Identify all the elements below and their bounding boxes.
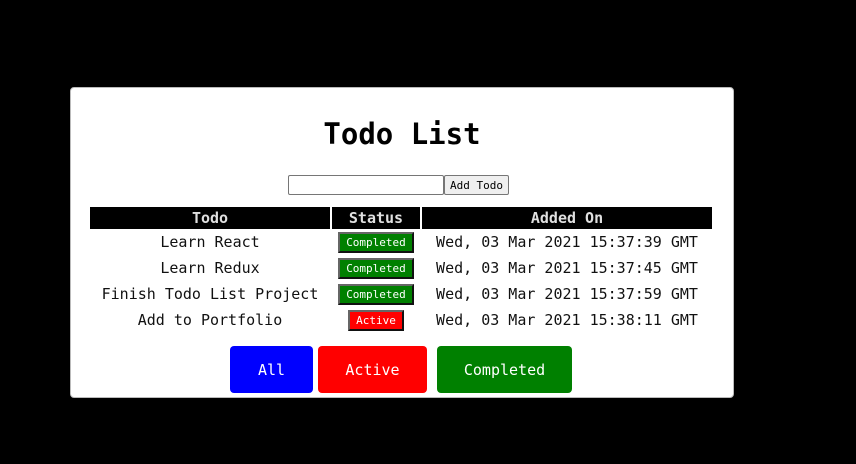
filter-all-button[interactable]: All (230, 346, 313, 393)
status-cell: Completed (332, 255, 420, 281)
added-on: Wed, 03 Mar 2021 15:37:39 GMT (436, 233, 698, 251)
status-cell: Active (332, 307, 420, 333)
status-badge[interactable]: Completed (338, 257, 414, 279)
table-row: Learn React Completed Wed, 03 Mar 2021 1… (90, 229, 712, 255)
status-badge[interactable]: Completed (338, 283, 414, 305)
todo-text: Learn Redux (160, 259, 260, 277)
table-row: Learn Redux Completed Wed, 03 Mar 2021 1… (90, 255, 712, 281)
todo-text: Finish Todo List Project (101, 285, 319, 303)
page-title: Todo List (323, 117, 481, 151)
header-status: Status (332, 207, 420, 229)
filter-bar: All Active Completed (230, 346, 572, 393)
header-added-on: Added On (422, 207, 712, 229)
todo-text: Learn React (160, 233, 260, 251)
todo-table: Todo Status Added On Learn React Complet… (88, 207, 714, 333)
table-row: Add to Portfolio Active Wed, 03 Mar 2021… (90, 307, 712, 333)
todo-input[interactable] (288, 175, 444, 195)
todo-card: Todo List Add Todo Todo Status Added On … (70, 87, 734, 398)
status-cell: Completed (332, 229, 420, 255)
filter-active-button[interactable]: Active (318, 346, 427, 393)
add-todo-form: Add Todo (288, 175, 509, 195)
added-on: Wed, 03 Mar 2021 15:38:11 GMT (436, 311, 698, 329)
todo-text: Add to Portfolio (137, 311, 283, 329)
added-on: Wed, 03 Mar 2021 15:37:59 GMT (436, 285, 698, 303)
header-todo: Todo (90, 207, 330, 229)
add-todo-button[interactable]: Add Todo (444, 175, 509, 195)
status-badge[interactable]: Active (348, 309, 404, 331)
table-header-row: Todo Status Added On (90, 207, 712, 229)
added-on: Wed, 03 Mar 2021 15:37:45 GMT (436, 259, 698, 277)
table-row: Finish Todo List Project Completed Wed, … (90, 281, 712, 307)
status-cell: Completed (332, 281, 420, 307)
status-badge[interactable]: Completed (338, 231, 414, 253)
filter-completed-button[interactable]: Completed (437, 346, 572, 393)
